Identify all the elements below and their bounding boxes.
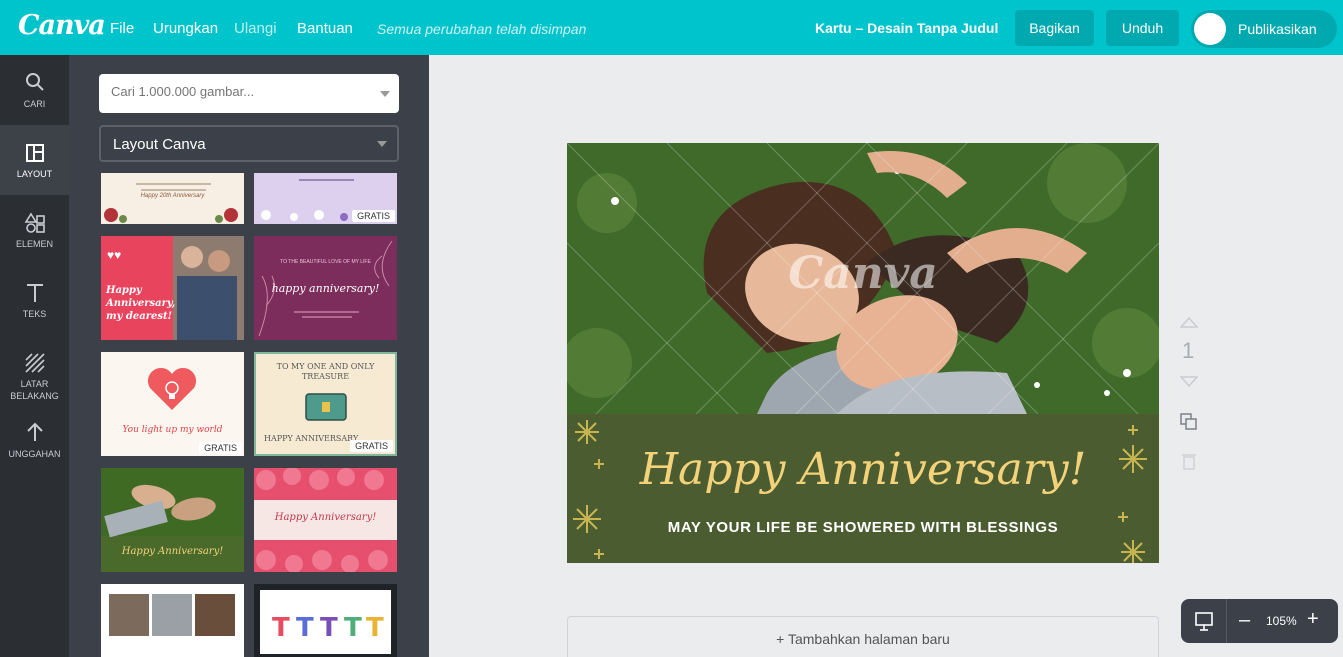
headline-text[interactable]: Happy Anniversary! <box>567 444 1159 495</box>
rail-search[interactable]: CARI <box>0 55 69 125</box>
rail-elements[interactable]: ELEMEN <box>0 195 69 265</box>
menu-redo[interactable]: Ulangi <box>234 20 277 37</box>
zoom-control: – 105% + <box>1181 599 1338 643</box>
rail-background-label-1: LATAR <box>20 379 49 389</box>
publish-toggle[interactable]: Publikasikan <box>1191 10 1337 48</box>
thumb-text: Happy Anniversary! <box>121 546 224 557</box>
wedding-photo <box>195 594 235 636</box>
move-page-up-icon[interactable] <box>1180 316 1198 328</box>
toggle-knob <box>1194 13 1226 45</box>
canva-watermark: Canva <box>788 248 938 299</box>
design-canvas[interactable]: Canva Happy Anniversary! MAY YOUR LIFE B… <box>567 143 1159 563</box>
svg-text:T: T <box>366 613 384 643</box>
zoom-out-button[interactable]: – <box>1239 609 1250 632</box>
share-button[interactable]: Bagikan <box>1015 10 1094 46</box>
rail-uploads[interactable]: UNGGAHAN <box>0 415 69 485</box>
shapes-icon <box>24 212 45 233</box>
menu-undo[interactable]: Urungkan <box>153 20 218 37</box>
rail-uploads-label: UNGGAHAN <box>8 449 61 459</box>
rail-layout-label: LAYOUT <box>16 169 53 179</box>
wedding-photo <box>109 594 149 636</box>
svg-text:T: T <box>344 613 362 643</box>
duplicate-page-icon[interactable] <box>1179 412 1199 432</box>
layout-thumb[interactable]: TO THE BEAUTIFUL LOVE OF MY LIFE happy a… <box>254 236 397 340</box>
text-icon <box>27 284 43 302</box>
presentation-icon <box>1195 612 1213 631</box>
greeting-banner[interactable]: Happy Anniversary! MAY YOUR LIFE BE SHOW… <box>567 414 1159 563</box>
layout-thumb[interactable]: You light up my world GRATIS <box>101 352 244 456</box>
canva-logo[interactable]: Canva <box>18 10 106 41</box>
left-rail: CARI LAYOUT ELEMEN TEKS LATAR BELAKANG U… <box>0 55 69 657</box>
rail-background[interactable]: LATAR BELAKANG <box>0 335 69 415</box>
thumb-text: You light up my world <box>122 425 223 435</box>
background-icon <box>25 353 45 373</box>
download-button[interactable]: Unduh <box>1106 10 1179 46</box>
svg-text:T: T <box>320 613 338 643</box>
layout-thumb[interactable]: Happy Anniversary! <box>254 468 397 572</box>
thumb-subtext: TO THE BEAUTIFUL LOVE OF MY LIFE <box>280 259 371 265</box>
couple-photo <box>173 236 244 340</box>
layout-thumbnails: Happy 20th Anniversary GRATIS ♥♥ Happy A… <box>69 173 429 657</box>
layouts-panel: Layout Canva Happy 20th Anniversary GRAT… <box>69 55 429 657</box>
search-input[interactable] <box>111 84 371 99</box>
letters-card: T T T T T <box>260 590 391 654</box>
layout-dropdown[interactable]: Layout Canva <box>99 125 399 162</box>
top-bar: Canva File Urungkan Ulangi Bantuan Semua… <box>0 0 1343 55</box>
document-title[interactable]: Kartu – Desain Tanpa Judul <box>815 20 998 36</box>
search-icon <box>26 73 44 91</box>
publish-label: Publikasikan <box>1238 21 1317 37</box>
zoom-in-button[interactable]: + <box>1307 608 1319 631</box>
menu-help[interactable]: Bantuan <box>297 20 353 37</box>
hearts-icon: ♥♥ <box>107 248 122 262</box>
move-page-down-icon[interactable] <box>1180 376 1198 388</box>
present-button[interactable] <box>1181 599 1227 643</box>
layout-thumb[interactable]: T T T T T <box>254 584 397 657</box>
add-page-button[interactable]: + Tambahkan halaman baru <box>567 616 1159 657</box>
thumb-text: Happy Anniversary, my dearest! <box>106 285 176 322</box>
rail-background-label-2: BELAKANG <box>10 391 59 401</box>
rail-text[interactable]: TEKS <box>0 265 69 335</box>
free-badge: GRATIS <box>199 442 242 454</box>
layout-thumb[interactable] <box>101 584 244 657</box>
layout-thumb[interactable]: TO MY ONE AND ONLY TREASURE HAPPY ANNIVE… <box>254 352 397 456</box>
layout-thumb[interactable]: Happy Anniversary! <box>101 468 244 572</box>
rail-elements-label: ELEMEN <box>15 239 53 249</box>
page-number: 1 <box>1182 338 1195 363</box>
chevron-down-icon[interactable] <box>380 91 390 97</box>
layout-icon <box>26 144 44 162</box>
heart-bulb-graphic <box>147 367 197 410</box>
layout-thumb[interactable]: GRATIS <box>254 173 397 224</box>
delete-page-icon[interactable] <box>1181 452 1197 470</box>
thumb-text: happy anniversary! <box>271 282 380 295</box>
thumb-text: Happy Anniversary! <box>274 512 377 523</box>
svg-text:T: T <box>272 613 290 643</box>
wedding-photo <box>152 594 192 636</box>
couple-photo <box>101 468 244 538</box>
zoom-level[interactable]: 105% <box>1266 614 1297 628</box>
svg-text:T: T <box>296 613 314 643</box>
colored-letters-graphic: T T T T T <box>272 613 384 643</box>
subline-text[interactable]: MAY YOUR LIFE BE SHOWERED WITH BLESSINGS <box>567 519 1159 536</box>
layout-thumb[interactable]: Happy 20th Anniversary <box>101 173 244 224</box>
save-status: Semua perubahan telah disimpan <box>377 21 587 37</box>
free-badge: GRATIS <box>352 210 395 222</box>
layout-thumb[interactable]: ♥♥ Happy Anniversary, my dearest! <box>101 236 244 340</box>
layout-dropdown-value: Layout Canva <box>113 136 206 153</box>
free-badge: GRATIS <box>350 440 393 452</box>
couple-photo[interactable]: Canva <box>567 143 1159 414</box>
thumb-text: Happy 20th Anniversary <box>140 193 205 199</box>
chevron-down-icon <box>377 141 387 147</box>
rail-text-label: TEKS <box>22 309 47 319</box>
upload-icon <box>27 422 43 441</box>
image-search[interactable] <box>99 74 399 113</box>
rail-layout[interactable]: LAYOUT <box>0 125 69 195</box>
menu-file[interactable]: File <box>110 20 134 37</box>
rail-search-label: CARI <box>23 99 46 109</box>
